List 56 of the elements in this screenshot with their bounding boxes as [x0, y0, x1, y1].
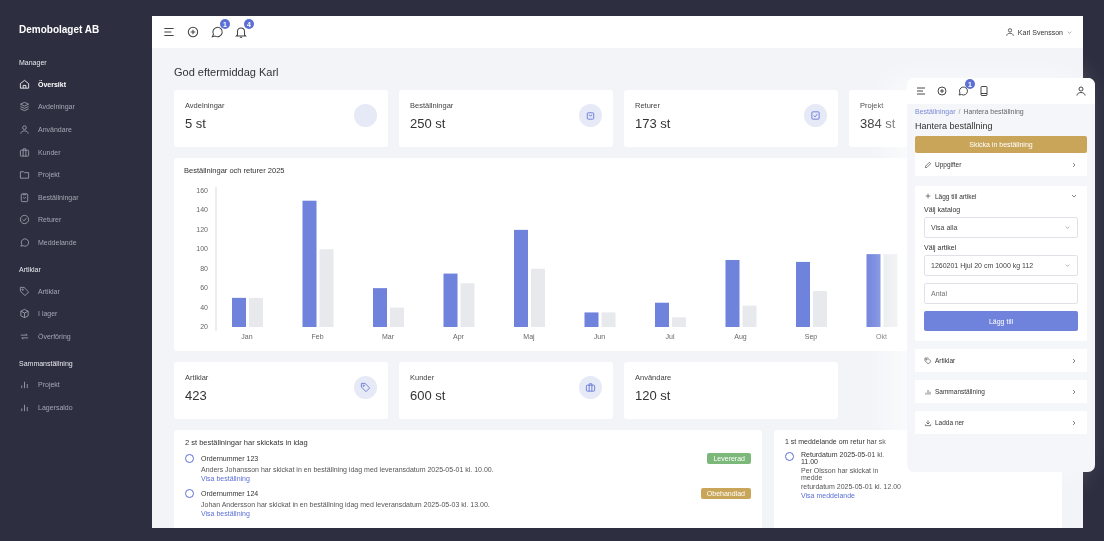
icon-circle	[354, 104, 377, 127]
tag-icon	[360, 382, 371, 393]
chart-bar	[655, 302, 669, 327]
chart-bar	[725, 259, 740, 327]
clipboard-icon	[19, 191, 30, 203]
chevron-icon	[1070, 356, 1078, 365]
chart-bar	[796, 261, 810, 327]
tag-icon	[19, 285, 30, 297]
chat-bubble-icon[interactable]	[957, 85, 969, 97]
tag-icon	[924, 356, 932, 365]
briefcase-icon	[585, 382, 596, 393]
stat-value: 173 st	[635, 116, 671, 131]
plus-icon	[924, 192, 932, 200]
bell-icon[interactable]	[234, 25, 248, 39]
stat-value: 5 st	[185, 116, 207, 131]
pencil-icon	[924, 160, 932, 169]
person-icon	[1004, 27, 1015, 37]
layers-icon	[19, 101, 30, 113]
stat-value: 384 st	[860, 116, 896, 131]
chart-bar	[584, 312, 599, 327]
chat-bubble-icon	[19, 236, 30, 248]
check-circle-icon	[19, 214, 30, 226]
chart-bar	[232, 297, 246, 327]
brand-name: Demobolaget AB	[19, 24, 101, 35]
chart-bar	[443, 273, 458, 327]
download-icon	[924, 418, 932, 427]
stat-value: 250 st	[410, 116, 447, 131]
stat-value: 120 st	[635, 388, 672, 403]
person-icon[interactable]	[1075, 85, 1087, 97]
chevron-icon	[1070, 160, 1078, 169]
bag-icon	[585, 110, 596, 121]
checkbox-icon	[810, 110, 821, 121]
chart-bar	[373, 288, 387, 327]
folder-icon	[19, 169, 30, 181]
caret-icon	[1064, 262, 1071, 269]
chevron-icon	[1070, 387, 1078, 396]
stat-value: 423	[185, 388, 208, 403]
book-icon[interactable]	[978, 85, 990, 97]
page-title: Hantera beställning	[915, 121, 994, 131]
add-icon[interactable]	[936, 85, 948, 97]
cube-icon	[19, 308, 30, 320]
bar-chart-icon	[19, 379, 30, 391]
home-icon	[19, 78, 30, 90]
chat-bubble-icon[interactable]	[210, 25, 224, 39]
caret-icon	[1064, 224, 1071, 231]
add-icon[interactable]	[186, 25, 200, 39]
arrows-icon	[19, 330, 30, 342]
bar-chart-icon	[924, 387, 932, 396]
stat-value: 600 st	[410, 388, 446, 403]
person-icon	[19, 124, 30, 135]
greeting: God eftermiddag Karl	[174, 66, 280, 78]
menu-icon[interactable]	[162, 25, 176, 39]
caret-icon	[1066, 28, 1073, 36]
chevron-icon[interactable]	[1070, 192, 1078, 200]
briefcase-icon	[19, 146, 30, 158]
chevron-icon	[1070, 418, 1078, 427]
